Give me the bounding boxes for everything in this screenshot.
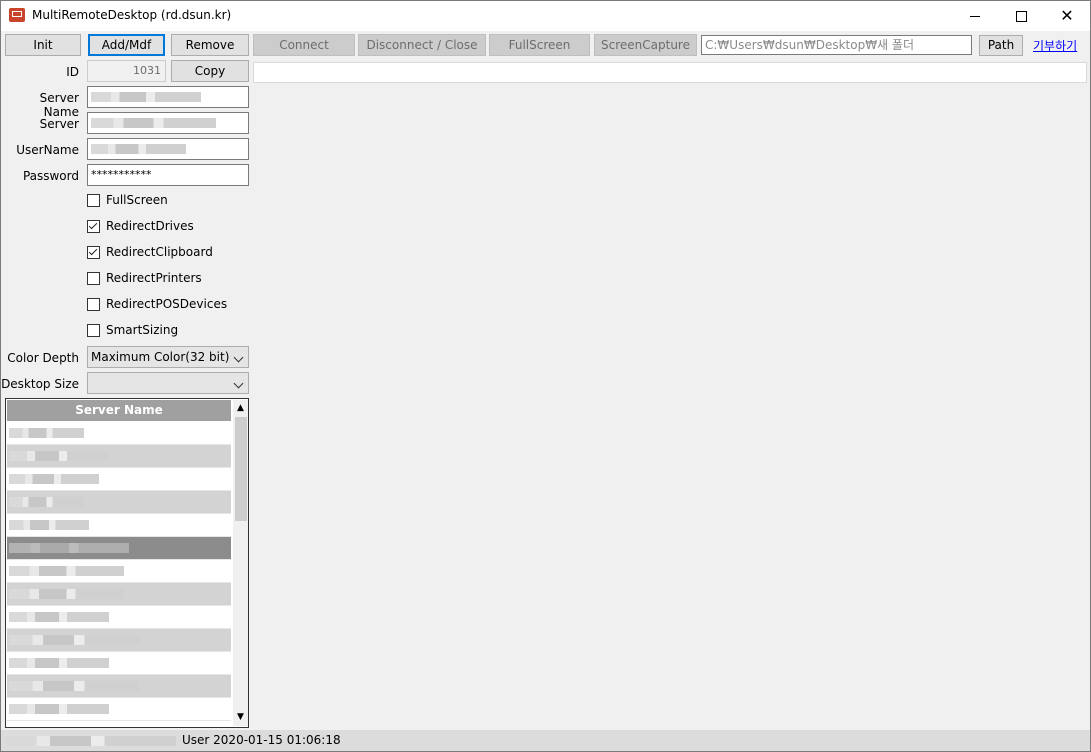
close-icon: ✕ [1060,6,1074,25]
server-list-rows [7,422,231,721]
minimize-icon [970,16,980,17]
checkbox-label: RedirectPOSDevices [106,297,228,311]
redacted-text [91,118,216,128]
list-item-selected[interactable] [7,537,231,560]
list-item[interactable] [7,560,231,583]
color-depth-value: Maximum Color(32 bit) [91,350,230,364]
status-bar: User 2020-01-15 01:06:18 [1,730,1090,751]
redacted-text [9,635,139,645]
list-item[interactable] [7,698,231,721]
scroll-down-icon[interactable]: ▼ [233,709,248,726]
redacted-text [9,428,84,438]
list-item[interactable] [7,514,231,537]
checkbox-icon [87,272,100,285]
password-field[interactable]: *********** [87,164,249,186]
list-item[interactable] [7,675,231,698]
checkbox-icon [87,194,100,207]
redacted-text [9,681,139,691]
checkbox-icon [87,298,100,311]
chevron-down-icon [233,352,244,363]
server-list[interactable]: Server Name ▲ ▼ [5,398,249,728]
minimize-button[interactable] [952,1,998,31]
list-item[interactable] [7,652,231,675]
maximize-icon [1015,11,1027,22]
checkbox-label: SmartSizing [106,323,179,337]
init-button[interactable]: Init [5,34,81,56]
server-name-field[interactable] [87,86,249,108]
connect-button[interactable]: Connect [253,34,355,56]
checkbox-label: RedirectPrinters [106,271,202,285]
screencapture-button[interactable]: ScreenCapture [594,34,697,56]
id-field: 1031 [87,60,166,82]
disconnect-close-button[interactable]: Disconnect / Close [358,34,486,56]
app-icon [9,8,25,22]
list-item[interactable] [7,468,231,491]
color-depth-label: Color Depth [7,351,79,365]
username-field[interactable] [87,138,249,160]
redacted-text [9,451,109,461]
redacted-text [91,92,201,102]
desktop-size-label: Desktop Size [1,377,79,391]
remote-address-bar[interactable] [253,62,1087,83]
add-mdf-button[interactable]: Add/Mdf [88,34,165,56]
status-text: User 2020-01-15 01:06:18 [182,733,341,747]
copy-button[interactable]: Copy [171,60,249,82]
remove-button[interactable]: Remove [171,34,249,56]
donate-link[interactable]: 기부하기 [1033,37,1077,54]
fullscreen-button[interactable]: FullScreen [489,34,590,56]
checkbox-label: RedirectDrives [106,219,194,233]
checkbox-label: FullScreen [106,193,168,207]
chevron-down-icon [233,378,244,389]
window-title: MultiRemoteDesktop (rd.dsun.kr) [32,8,232,22]
scrollbar-thumb[interactable] [235,417,247,521]
list-item[interactable] [7,445,231,468]
redacted-text [9,474,99,484]
maximize-button[interactable] [998,1,1044,31]
redacted-text [9,520,89,530]
redacted-text [9,566,124,576]
server-list-scrollbar[interactable]: ▲ ▼ [233,400,248,726]
list-item[interactable] [7,422,231,445]
server-list-header[interactable]: Server Name [7,400,231,421]
id-label: ID [66,65,79,79]
server-label: Server [39,117,79,131]
redacted-text [6,736,176,746]
server-name-label: Server Name [39,91,79,119]
scroll-up-icon[interactable]: ▲ [233,400,248,417]
password-label: Password [22,169,79,183]
username-label: UserName [16,143,79,157]
server-field[interactable] [87,112,249,134]
redacted-text [9,543,129,553]
title-bar[interactable]: MultiRemoteDesktop (rd.dsun.kr) ✕ [1,1,1090,31]
checkbox-icon [87,324,100,337]
list-item[interactable] [7,491,231,514]
redacted-text [9,704,109,714]
redacted-text [9,658,109,668]
checkbox-label: RedirectClipboard [106,245,213,259]
redacted-text [9,612,109,622]
redacted-text [9,589,124,599]
redacted-text [9,497,84,507]
path-input[interactable]: C:₩Users₩dsun₩Desktop₩새 폴더 [701,35,972,55]
redacted-text [91,144,186,154]
checkbox-icon [87,220,100,233]
checkbox-icon [87,246,100,259]
list-item[interactable] [7,606,231,629]
list-item[interactable] [7,629,231,652]
path-button[interactable]: Path [979,35,1023,56]
desktop-size-select[interactable] [87,372,249,394]
color-depth-select[interactable]: Maximum Color(32 bit) [87,346,249,368]
close-button[interactable]: ✕ [1044,1,1090,31]
app-window: MultiRemoteDesktop (rd.dsun.kr) ✕ Init A… [0,0,1091,752]
list-item[interactable] [7,583,231,606]
